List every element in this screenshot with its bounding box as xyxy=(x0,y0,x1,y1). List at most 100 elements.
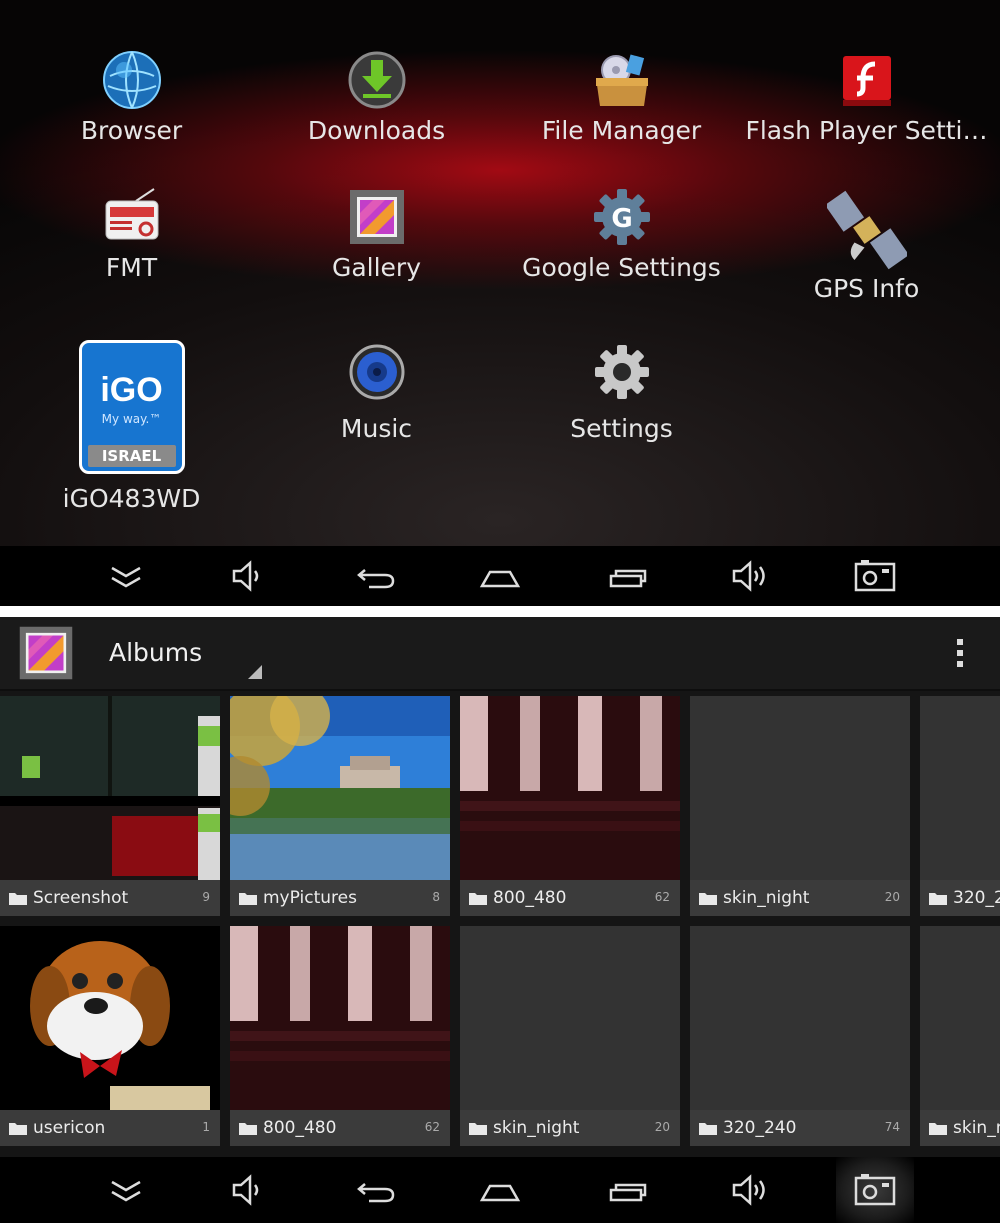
album-tile[interactable]: myPictures 8 xyxy=(230,696,450,916)
collapse-button[interactable] xyxy=(102,1172,150,1208)
app-fmt[interactable]: FMT xyxy=(9,185,254,282)
app-drawer-screen: Browser Downloads File Manager Flash Pla… xyxy=(0,0,1000,606)
album-tile[interactable]: 320_240 74 xyxy=(690,926,910,1146)
folder-icon xyxy=(929,1123,947,1135)
overflow-menu-icon xyxy=(957,639,963,667)
album-caption: 320_240 74 xyxy=(690,1110,910,1146)
volume-up-button[interactable] xyxy=(726,558,774,594)
album-tile[interactable]: skin_n xyxy=(920,926,1000,1146)
album-caption: usericon 1 xyxy=(0,1110,220,1146)
album-caption: 800_480 62 xyxy=(460,880,680,916)
album-tile[interactable]: Screenshot 9 xyxy=(0,696,220,916)
album-caption: 800_480 62 xyxy=(230,1110,450,1146)
folder-icon xyxy=(9,893,27,905)
volume-down-button[interactable] xyxy=(224,1172,272,1208)
app-igo[interactable]: iGO My way.™ ISRAEL iGO483WD xyxy=(9,340,254,513)
volume-up-button[interactable] xyxy=(726,1172,774,1208)
folder-icon xyxy=(239,1123,257,1135)
app-label: Gallery xyxy=(331,253,422,282)
home-button[interactable] xyxy=(476,1172,524,1208)
album-name: skin_n xyxy=(953,1118,1000,1138)
page-title[interactable]: Albums xyxy=(109,638,202,667)
gallery-albums-screen: Albums Screenshot 9 myPictures 8 800_480… xyxy=(0,617,1000,1223)
album-tile[interactable]: skin_night 20 xyxy=(460,926,680,1146)
folder-icon xyxy=(469,1123,487,1135)
app-label: Music xyxy=(340,414,413,443)
album-caption: skin_n xyxy=(920,1110,1000,1146)
file-manager-icon xyxy=(595,54,648,106)
overflow-menu-button[interactable] xyxy=(950,635,970,671)
gallery-icon xyxy=(19,626,73,680)
app-browser[interactable]: Browser xyxy=(9,48,254,145)
folder-icon xyxy=(699,893,717,905)
system-nav-bar xyxy=(0,546,1000,606)
album-count: 20 xyxy=(884,890,900,904)
folder-icon xyxy=(469,893,487,905)
app-file-manager[interactable]: File Manager xyxy=(499,48,744,145)
album-tile[interactable]: skin_night 20 xyxy=(690,696,910,916)
igo-brand-text: iGO xyxy=(100,371,163,409)
system-nav-bar xyxy=(0,1157,1000,1223)
album-tile[interactable]: usericon 1 xyxy=(0,926,220,1146)
gear-icon xyxy=(594,345,649,399)
volume-down-button[interactable] xyxy=(224,558,272,594)
igo-icon: iGO My way.™ ISRAEL xyxy=(78,340,185,474)
app-label: File Manager xyxy=(541,116,702,145)
radio-icon xyxy=(105,188,158,240)
gallery-icon xyxy=(349,190,404,244)
app-flash-player-settings[interactable]: Flash Player Setti… xyxy=(744,48,989,145)
globe-icon xyxy=(102,51,161,109)
app-gps-info[interactable]: GPS Info xyxy=(744,190,989,303)
album-count: 1 xyxy=(202,1120,210,1134)
recent-apps-button[interactable] xyxy=(603,1172,651,1208)
back-icon xyxy=(357,1183,395,1203)
back-button[interactable] xyxy=(351,1172,399,1208)
collapse-button[interactable] xyxy=(102,558,150,594)
volume-down-icon xyxy=(232,560,259,592)
album-count: 8 xyxy=(432,890,440,904)
album-name: skin_night xyxy=(723,888,810,908)
igo-region: ISRAEL xyxy=(87,445,176,467)
back-button[interactable] xyxy=(351,558,399,594)
folder-icon xyxy=(699,1123,717,1135)
album-tile[interactable]: 800_480 62 xyxy=(230,926,450,1146)
home-icon xyxy=(479,1184,521,1202)
app-downloads[interactable]: Downloads xyxy=(254,48,499,145)
app-music[interactable]: Music xyxy=(254,340,499,443)
album-name: usericon xyxy=(33,1118,106,1138)
album-count: 9 xyxy=(202,890,210,904)
recent-apps-icon xyxy=(609,1183,647,1202)
album-name: Screenshot xyxy=(33,888,129,908)
satellite-icon xyxy=(826,190,907,270)
volume-up-icon xyxy=(732,560,765,592)
gallery-app-button[interactable] xyxy=(18,625,74,681)
home-button[interactable] xyxy=(476,558,524,594)
album-tile[interactable]: 320_2 xyxy=(920,696,1000,916)
app-settings[interactable]: Settings xyxy=(499,340,744,443)
svg-text:G: G xyxy=(611,204,632,234)
album-name: 800_480 xyxy=(493,888,567,908)
google-settings-icon: G xyxy=(593,189,650,245)
app-label: Flash Player Setti… xyxy=(745,116,988,145)
album-name: 320_2 xyxy=(953,888,1000,908)
album-caption: skin_night 20 xyxy=(460,1110,680,1146)
collapse-icon xyxy=(111,566,141,588)
app-label: Downloads xyxy=(307,116,446,145)
recent-apps-button[interactable] xyxy=(603,558,651,594)
app-label: iGO483WD xyxy=(62,484,201,513)
collapse-icon xyxy=(111,1180,141,1202)
screenshot-button[interactable] xyxy=(851,1172,899,1208)
album-tile[interactable]: 800_480 62 xyxy=(460,696,680,916)
screenshot-button[interactable] xyxy=(851,558,899,594)
album-name: 800_480 xyxy=(263,1118,337,1138)
dropdown-corner-icon xyxy=(248,665,262,679)
folder-icon xyxy=(239,893,257,905)
app-gallery[interactable]: Gallery xyxy=(254,185,499,282)
album-name: 320_240 xyxy=(723,1118,797,1138)
album-thumbnail xyxy=(230,696,450,880)
album-thumbnail xyxy=(0,926,220,1110)
app-label: Browser xyxy=(80,116,183,145)
album-count: 62 xyxy=(654,890,670,904)
album-name: skin_night xyxy=(493,1118,580,1138)
app-google-settings[interactable]: G Google Settings xyxy=(499,185,744,282)
